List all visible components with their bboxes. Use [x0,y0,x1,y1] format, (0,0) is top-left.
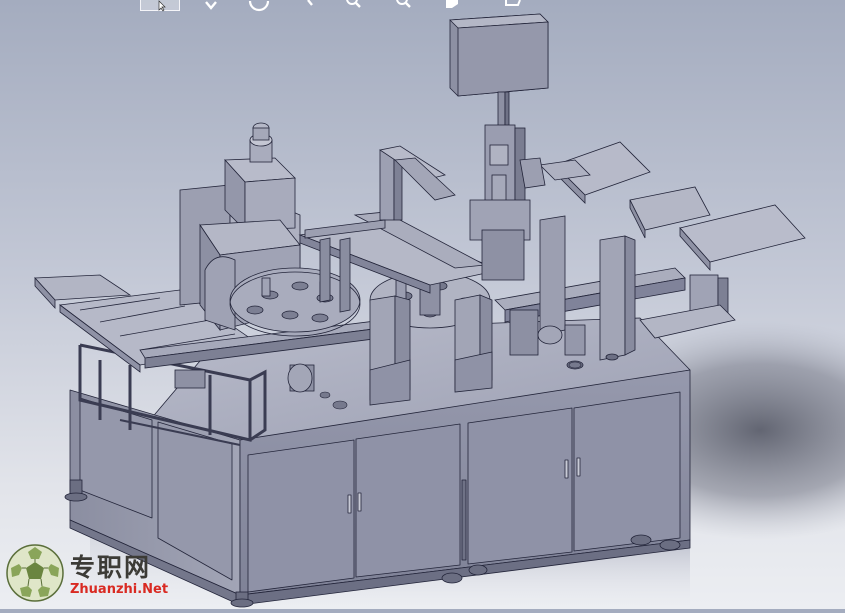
section-view-icon[interactable] [500,0,538,12]
machine-model[interactable] [0,0,845,609]
3d-graphics-viewport[interactable]: 专职网 Zhuanzhi.Net [0,0,845,609]
rotate-icon[interactable] [240,0,278,12]
pan-icon[interactable] [290,0,328,12]
center-vertical-column [469,124,531,281]
soccer-ball-logo-icon [6,544,64,602]
heads-up-view-toolbar [140,0,560,14]
site-watermark: 专职网 Zhuanzhi.Net [4,540,194,606]
zoom-in-out-icon[interactable] [336,0,374,12]
watermark-url: Zhuanzhi.Net [70,582,169,597]
control-monitor [449,13,549,133]
watermark-chinese-name: 专职网 [70,553,152,582]
zoom-fit-icon[interactable] [192,0,230,12]
zoom-area-icon[interactable] [386,0,424,12]
previous-view-icon[interactable] [436,0,474,12]
cursor-icon[interactable] [140,0,180,12]
